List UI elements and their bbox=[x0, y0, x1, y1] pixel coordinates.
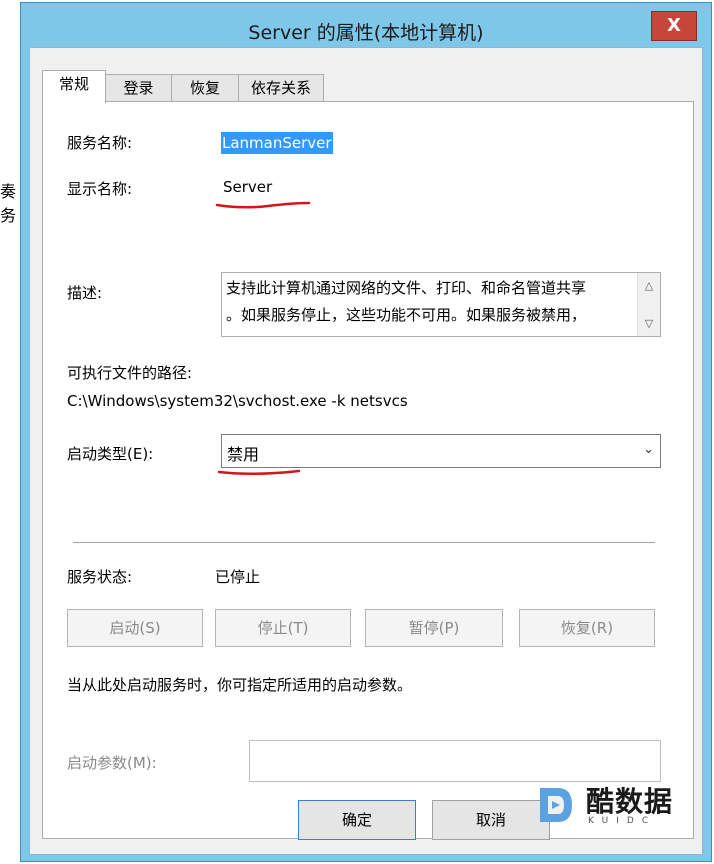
service-name-value[interactable]: LanmanServer bbox=[221, 132, 333, 154]
background-text-fragment: 奏 bbox=[0, 182, 17, 201]
start-params-label: 启动参数(M): bbox=[67, 754, 157, 772]
background-text-fragment: 务 bbox=[0, 206, 17, 225]
service-status-value: 已停止 bbox=[215, 568, 261, 586]
close-button[interactable]: X bbox=[651, 11, 697, 41]
tab-general[interactable]: 常规 bbox=[42, 70, 106, 103]
properties-dialog: Server 的属性(本地计算机) X 常规 登录 恢复 依存关系 服务名称: … bbox=[20, 2, 712, 862]
display-name-label: 显示名称: bbox=[67, 180, 133, 198]
scroll-up-icon[interactable]: △ bbox=[638, 275, 660, 297]
service-name-label: 服务名称: bbox=[67, 134, 133, 152]
resume-button[interactable]: 恢复(R) bbox=[519, 609, 655, 647]
chevron-down-icon: ⌄ bbox=[643, 442, 654, 457]
description-text: 支持此计算机通过网络的文件、打印、和命名管道共享 。如果服务停止，这些功能不可用… bbox=[226, 275, 634, 329]
watermark-subtext: KUIDC bbox=[588, 816, 657, 826]
display-name-value[interactable]: Server bbox=[223, 178, 272, 196]
exe-path-value: C:\Windows\system32\svchost.exe -k netsv… bbox=[67, 392, 408, 410]
startup-type-label: 启动类型(E): bbox=[67, 445, 154, 463]
pause-button[interactable]: 暂停(P) bbox=[365, 609, 503, 647]
description-label: 描述: bbox=[67, 284, 103, 302]
watermark-icon bbox=[540, 788, 572, 822]
description-line: 。如果服务停止，这些功能不可用。如果服务被禁用， bbox=[226, 306, 587, 324]
background-window: 奏 务 bbox=[0, 0, 20, 864]
tab-dependencies[interactable]: 依存关系 bbox=[238, 74, 324, 102]
start-params-hint: 当从此处启动服务时，你可指定所适用的启动参数。 bbox=[67, 676, 413, 694]
tab-recovery[interactable]: 恢复 bbox=[171, 74, 239, 102]
description-textbox[interactable]: 支持此计算机通过网络的文件、打印、和命名管道共享 。如果服务停止，这些功能不可用… bbox=[221, 272, 661, 337]
watermark-text: 酷数据 bbox=[586, 785, 674, 818]
divider bbox=[73, 542, 655, 544]
scroll-down-icon[interactable]: ▽ bbox=[638, 313, 660, 335]
description-scrollbar[interactable]: △ ▽ bbox=[637, 273, 660, 336]
dialog-title: Server 的属性(本地计算机) bbox=[248, 22, 484, 44]
stop-button[interactable]: 停止(T) bbox=[215, 609, 351, 647]
startup-type-selected: 禁用 bbox=[227, 445, 260, 464]
tab-logon[interactable]: 登录 bbox=[105, 74, 172, 102]
description-line: 支持此计算机通过网络的文件、打印、和命名管道共享 bbox=[226, 279, 587, 297]
exe-path-label: 可执行文件的路径: bbox=[67, 364, 193, 382]
ok-button[interactable]: 确定 bbox=[298, 800, 416, 840]
startup-type-dropdown[interactable]: 禁用 ⌄ bbox=[221, 434, 661, 468]
close-icon: X bbox=[667, 15, 681, 36]
watermark-logo: 酷数据 KUIDC bbox=[530, 776, 698, 838]
red-underline-annotation bbox=[215, 201, 311, 209]
general-tab-panel: 服务名称: LanmanServer 显示名称: Server 描述: 支持此计… bbox=[42, 101, 694, 839]
service-status-label: 服务状态: bbox=[67, 568, 133, 586]
dialog-client-area: 常规 登录 恢复 依存关系 服务名称: LanmanServer 显示名称: S… bbox=[29, 47, 703, 855]
start-button[interactable]: 启动(S) bbox=[67, 609, 203, 647]
